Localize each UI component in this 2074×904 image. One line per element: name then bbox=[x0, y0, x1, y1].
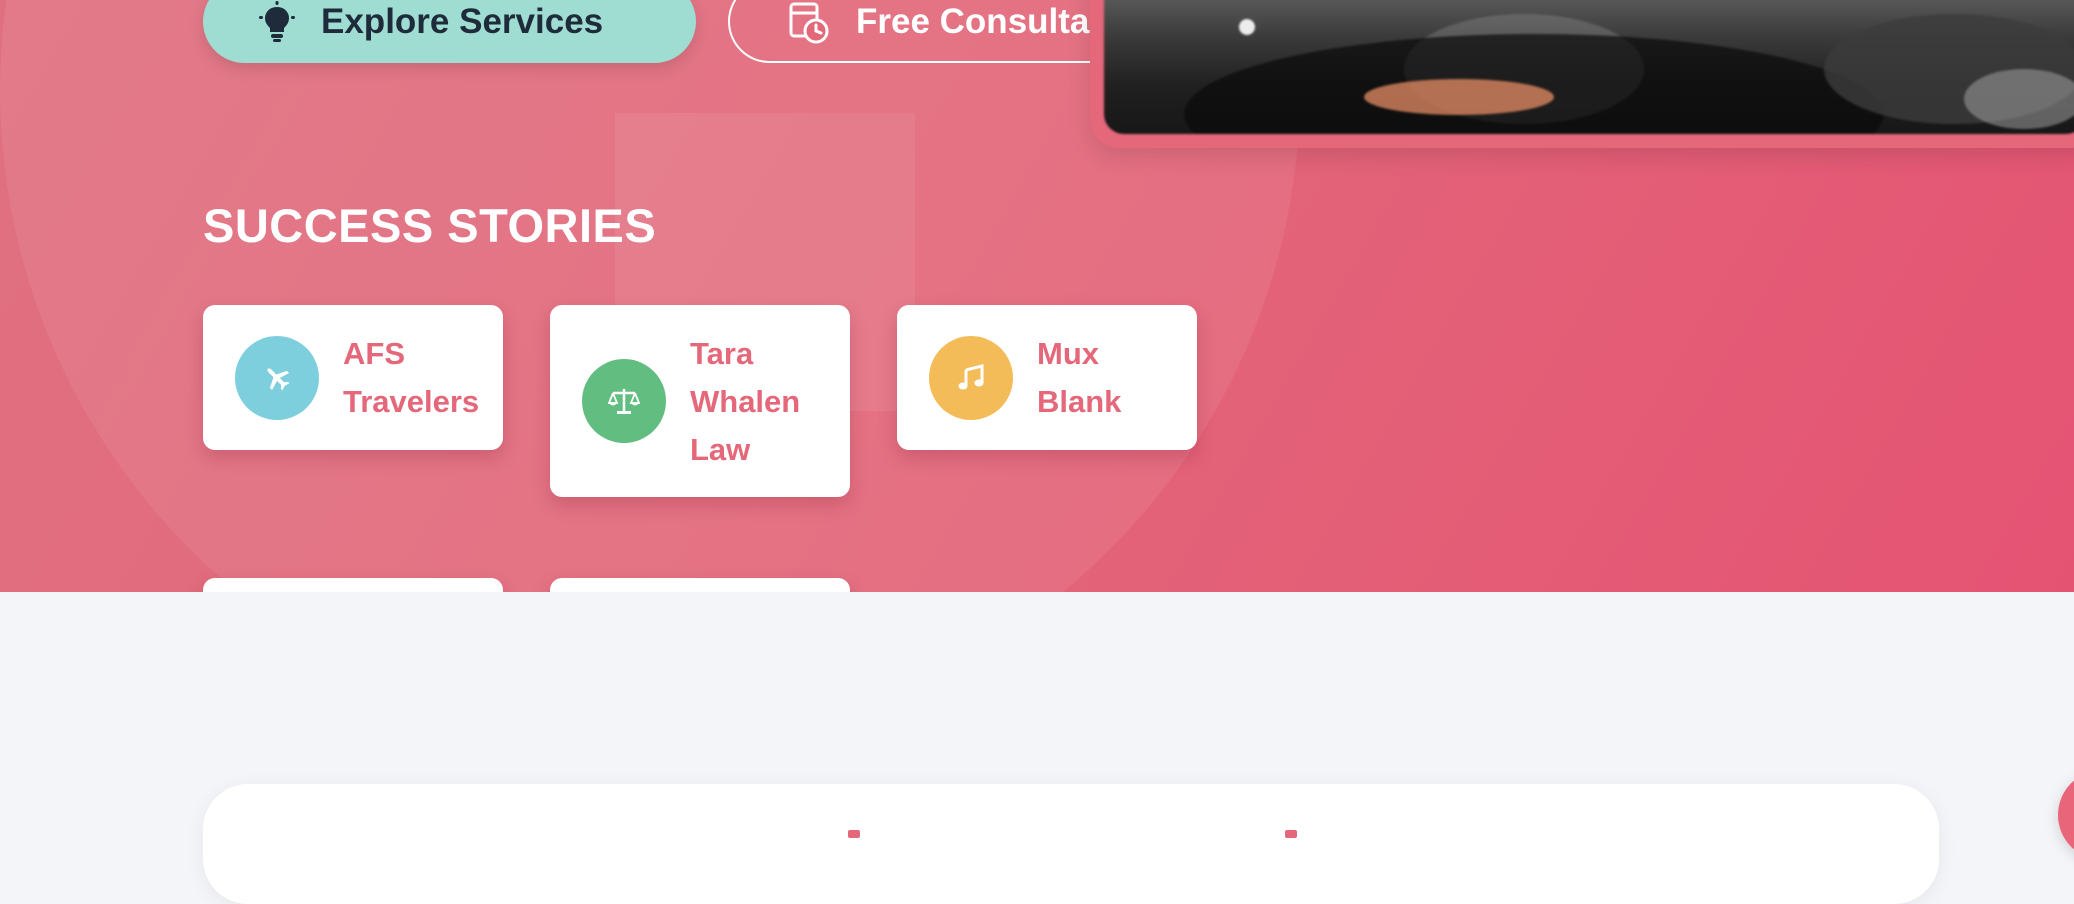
free-consultation-label: Free Consulta bbox=[856, 1, 1090, 41]
calendar-clock-icon bbox=[789, 2, 829, 43]
text-fragment bbox=[1285, 830, 1297, 838]
story-name: Tara Whalen Law bbox=[690, 336, 801, 467]
success-stories-title: SUCCESS STORIES bbox=[203, 199, 657, 252]
story-card[interactable] bbox=[550, 578, 850, 592]
story-name: AFS Travelers bbox=[343, 336, 480, 419]
airplane-icon bbox=[267, 368, 290, 391]
story-card-tara-whalen-law[interactable]: Tara Whalen Law bbox=[550, 305, 850, 497]
text-fragment bbox=[848, 830, 860, 838]
explore-services-label: Explore Services bbox=[321, 1, 604, 41]
story-card[interactable] bbox=[203, 578, 503, 592]
floating-action-button[interactable] bbox=[2058, 770, 2074, 860]
music-note-icon bbox=[958, 364, 984, 390]
story-name: Mux Blank bbox=[1037, 336, 1122, 419]
photo-frame bbox=[1090, 0, 2074, 148]
dj-turntable-photo bbox=[1104, 0, 2074, 134]
hero-section: Explore Services Free Consulta SUCCESS S… bbox=[0, 0, 2074, 592]
icon-circle bbox=[582, 359, 666, 443]
scales-icon bbox=[608, 389, 640, 414]
free-consultation-button[interactable]: Free Consulta bbox=[728, 0, 1148, 63]
content-card bbox=[203, 784, 1939, 904]
story-card-afs-travelers[interactable]: AFS Travelers bbox=[203, 305, 503, 450]
icon-circle bbox=[235, 336, 319, 420]
icon-circle bbox=[929, 336, 1013, 420]
story-card-mux-blank[interactable]: Mux Blank bbox=[897, 305, 1197, 450]
explore-services-button[interactable]: Explore Services bbox=[203, 0, 696, 63]
lightbulb-icon bbox=[259, 0, 295, 42]
